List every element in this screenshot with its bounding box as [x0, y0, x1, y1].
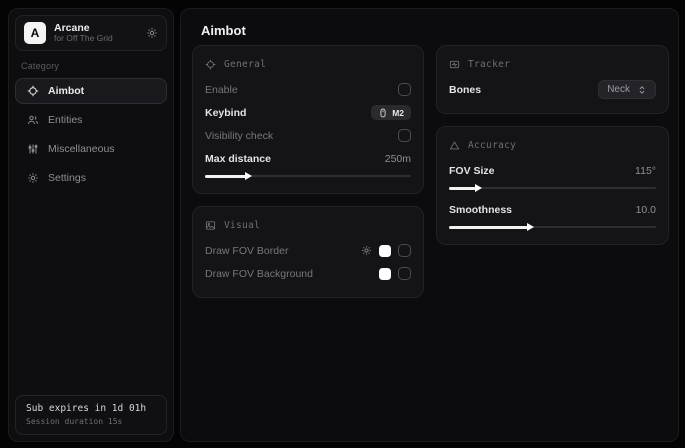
sidebar-item-entities[interactable]: Entities [15, 107, 167, 133]
fov-border-color-swatch[interactable] [379, 245, 391, 257]
fov-size-slider[interactable] [449, 183, 656, 193]
draw-fov-border-checkbox[interactable] [398, 244, 411, 257]
setting-value: 250m [385, 153, 411, 165]
bones-select-value: Neck [607, 84, 630, 95]
visual-icon [205, 220, 216, 231]
setting-row-fov-size: FOV Size 115° [449, 159, 656, 182]
gear-icon [26, 172, 39, 184]
gear-icon[interactable] [146, 27, 158, 39]
setting-row-max-distance: Max distance 250m [205, 147, 411, 170]
setting-label: Visibility check [205, 130, 273, 142]
category-label: Category [21, 61, 161, 71]
entities-icon [26, 114, 39, 126]
app-subtitle: for Off The Grid [54, 34, 138, 44]
card-title: Accuracy [468, 140, 516, 151]
sliders-icon [26, 143, 39, 155]
accuracy-icon [449, 140, 460, 151]
slider-thumb[interactable] [475, 184, 482, 192]
page-title: Aimbot [201, 23, 246, 38]
setting-label: Keybind [205, 107, 246, 119]
setting-row-keybind: Keybind M2 [205, 101, 411, 124]
sub-expiry-text: Sub expires in 1d 01h [26, 403, 156, 414]
setting-row-bones: Bones Neck [449, 78, 656, 101]
bones-select[interactable]: Neck [598, 80, 656, 99]
sidebar-item-label: Entities [48, 114, 82, 126]
sidebar-item-label: Aimbot [48, 85, 84, 97]
setting-label: FOV Size [449, 165, 495, 177]
enable-checkbox[interactable] [398, 83, 411, 96]
keybind-value: M2 [392, 108, 404, 118]
visual-card: Visual Draw FOV Border Draw FOV Back [192, 206, 424, 298]
setting-value: 10.0 [636, 204, 656, 216]
setting-row-draw-fov-border: Draw FOV Border [205, 239, 411, 262]
setting-row-enable: Enable [205, 78, 411, 101]
draw-fov-background-checkbox[interactable] [398, 267, 411, 280]
right-column: Tracker Bones Neck [436, 45, 669, 245]
tracker-icon [449, 59, 460, 70]
setting-row-draw-fov-background: Draw FOV Background [205, 262, 411, 285]
setting-value: 115° [635, 165, 656, 177]
setting-label: Draw FOV Border [205, 245, 288, 257]
mouse-icon [378, 108, 388, 118]
general-card: General Enable Keybind M2 [192, 45, 424, 194]
setting-label: Draw FOV Background [205, 268, 313, 280]
card-title: Tracker [468, 59, 510, 70]
smoothness-slider[interactable] [449, 222, 656, 232]
crosshair-icon [26, 85, 39, 97]
card-title: General [224, 59, 266, 70]
slider-thumb[interactable] [245, 172, 252, 180]
subscription-status: Sub expires in 1d 01h Session duration 1… [15, 395, 167, 435]
setting-row-smoothness: Smoothness 10.0 [449, 198, 656, 221]
gear-icon[interactable] [361, 245, 372, 256]
app-logo: A [24, 22, 46, 44]
card-title: Visual [224, 220, 260, 231]
crosshair-icon [205, 59, 216, 70]
tracker-card: Tracker Bones Neck [436, 45, 669, 114]
chevron-up-down-icon [637, 85, 647, 95]
max-distance-slider[interactable] [205, 171, 411, 181]
sidebar-item-aimbot[interactable]: Aimbot [15, 78, 167, 104]
slider-thumb[interactable] [527, 223, 534, 231]
setting-row-visibility-check: Visibility check [205, 124, 411, 147]
fov-background-color-swatch[interactable] [379, 268, 391, 280]
setting-label: Smoothness [449, 204, 512, 216]
sidebar-nav: Aimbot Entities Miscellaneo [9, 78, 173, 191]
sidebar: A Arcane for Off The Grid Category Aimbo… [8, 8, 174, 442]
sidebar-item-label: Settings [48, 172, 86, 184]
main-panel: Aimbot General Enable Keybind [180, 8, 679, 442]
sidebar-item-settings[interactable]: Settings [15, 165, 167, 191]
session-duration-text: Session duration 15s [26, 417, 156, 426]
left-column: General Enable Keybind M2 [192, 45, 424, 298]
app-header: A Arcane for Off The Grid [15, 15, 167, 51]
setting-label: Max distance [205, 153, 271, 165]
visibility-check-checkbox[interactable] [398, 129, 411, 142]
sidebar-item-label: Miscellaneous [48, 143, 115, 155]
sidebar-item-miscellaneous[interactable]: Miscellaneous [15, 136, 167, 162]
setting-label: Enable [205, 84, 238, 96]
accuracy-card: Accuracy FOV Size 115° Smoothness 10.0 [436, 126, 669, 245]
keybind-button[interactable]: M2 [371, 105, 411, 120]
setting-label: Bones [449, 84, 481, 96]
